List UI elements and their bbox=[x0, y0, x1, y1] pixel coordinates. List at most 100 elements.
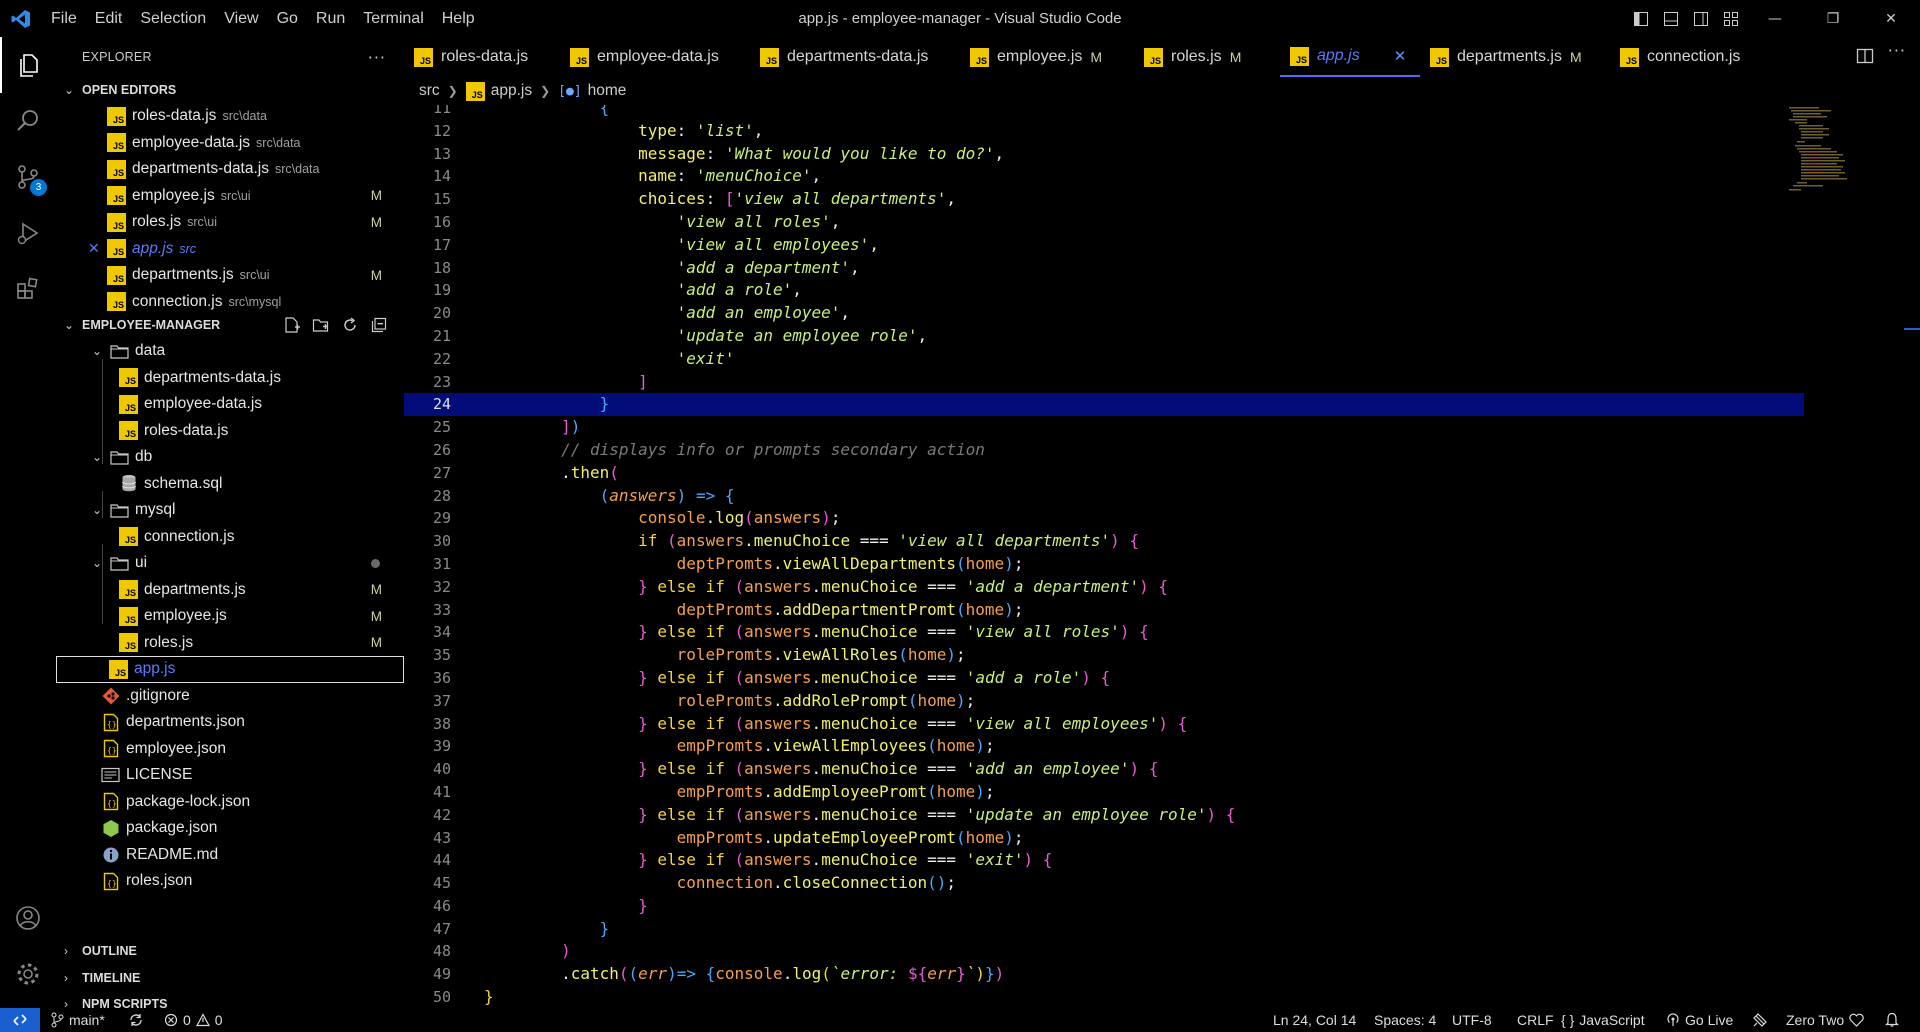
problems-status[interactable]: 0 0 bbox=[164, 1008, 223, 1032]
open-editor-item[interactable]: JS departments-data.js src\data bbox=[56, 156, 404, 183]
menu-go[interactable]: Go bbox=[268, 0, 307, 37]
open-editor-item[interactable]: JS departments.js src\ui M bbox=[56, 262, 404, 289]
file-item[interactable]: JS departments-data.js bbox=[56, 365, 404, 392]
file-name: package-lock.json bbox=[126, 792, 251, 810]
tab-employee-js[interactable]: JS employee.js M bbox=[960, 37, 1134, 77]
explorer-icon[interactable] bbox=[0, 37, 56, 93]
customize-layout-icon[interactable] bbox=[1716, 0, 1746, 37]
code-text: console.log(answers); bbox=[484, 507, 840, 530]
code-editor[interactable]: 11 {12 type: 'list', 13 message: 'What wo… bbox=[404, 105, 1920, 1008]
menu-help[interactable]: Help bbox=[433, 0, 484, 37]
file-item[interactable]: README.md bbox=[56, 842, 404, 869]
file-item[interactable]: {} package-lock.json bbox=[56, 789, 404, 816]
feedback-icon[interactable] bbox=[1752, 1008, 1768, 1032]
tab-departments-js[interactable]: JS departments.js M bbox=[1420, 37, 1610, 77]
file-item[interactable]: JS roles-data.js bbox=[56, 418, 404, 445]
file-item[interactable]: JS departments.js M bbox=[56, 577, 404, 604]
collapse-all-icon[interactable] bbox=[369, 315, 388, 334]
tab-employee-data-js[interactable]: JS employee-data.js bbox=[560, 37, 750, 77]
close-window-button[interactable]: ✕ bbox=[1862, 0, 1920, 37]
cursor-position[interactable]: Ln 24, Col 14 bbox=[1273, 1008, 1356, 1032]
tab-departments-data-js[interactable]: JS departments-data.js bbox=[750, 37, 960, 77]
indentation[interactable]: Spaces: 4 bbox=[1374, 1008, 1436, 1032]
file-item[interactable]: JS employee-data.js bbox=[56, 391, 404, 418]
folder-icon bbox=[110, 556, 129, 571]
project-header[interactable]: ⌄ EMPLOYEE-MANAGER bbox=[56, 312, 404, 338]
file-item[interactable]: {} departments.json bbox=[56, 709, 404, 736]
code-line: 42 } else if (answers.menuChoice === 'up… bbox=[404, 804, 1804, 827]
folder-item[interactable]: ⌄ ui bbox=[56, 550, 404, 577]
code-token: ) bbox=[956, 690, 966, 710]
notifications-bell-icon[interactable] bbox=[1885, 1008, 1899, 1032]
restore-button[interactable]: ❐ bbox=[1804, 0, 1862, 37]
folder-item[interactable]: ⌄ data bbox=[56, 338, 404, 365]
tab-app-js[interactable]: JS app.js ✕ bbox=[1280, 37, 1420, 77]
menu-view[interactable]: View bbox=[215, 0, 267, 37]
open-editor-item[interactable]: JS roles-data.js src\data bbox=[56, 103, 404, 130]
tab-connection-js[interactable]: JS connection.js bbox=[1610, 37, 1750, 77]
run-debug-icon[interactable] bbox=[0, 205, 56, 261]
file-item[interactable]: JS employee.js M bbox=[56, 603, 404, 630]
file-item[interactable]: package.json bbox=[56, 815, 404, 842]
section-timeline[interactable]: › TIMELINE bbox=[56, 965, 404, 991]
folder-item[interactable]: ⌄ db bbox=[56, 444, 404, 471]
open-editor-item[interactable]: JS employee.js src\ui M bbox=[56, 183, 404, 210]
open-editor-item[interactable]: JS employee-data.js src\data bbox=[56, 130, 404, 157]
tab-roles-data-js[interactable]: JS roles-data.js bbox=[404, 37, 560, 77]
file-item[interactable]: .gitignore bbox=[56, 683, 404, 710]
toggle-secondary-sidebar-icon[interactable] bbox=[1686, 0, 1716, 37]
breadcrumb-folder[interactable]: src bbox=[419, 82, 440, 100]
tabs-more-icon[interactable]: ··· bbox=[1888, 41, 1906, 60]
close-icon[interactable]: ✕ bbox=[88, 240, 100, 257]
file-item[interactable]: {} roles.json bbox=[56, 868, 404, 895]
breadcrumb-symbol[interactable]: home bbox=[588, 82, 627, 100]
minimap[interactable] bbox=[1785, 105, 1875, 215]
section-outline[interactable]: › OUTLINE bbox=[56, 938, 404, 964]
open-editors-header[interactable]: ⌄ OPEN EDITORS bbox=[56, 77, 404, 103]
new-file-icon[interactable] bbox=[282, 315, 301, 334]
tab-roles-js[interactable]: JS roles.js M bbox=[1134, 37, 1280, 77]
extensions-icon[interactable] bbox=[0, 261, 56, 317]
end-of-line[interactable]: CRLF bbox=[1517, 1008, 1554, 1032]
git-branch-status[interactable]: main* bbox=[50, 1008, 105, 1032]
file-item[interactable]: JS connection.js bbox=[56, 524, 404, 551]
minimize-button[interactable]: — bbox=[1746, 0, 1804, 37]
open-editor-item[interactable]: ✕ JS app.js src bbox=[56, 236, 404, 263]
manage-gear-icon[interactable] bbox=[0, 946, 56, 1002]
line-number: 22 bbox=[432, 349, 451, 368]
theme-status[interactable]: Zero Two bbox=[1786, 1008, 1864, 1032]
split-editor-icon[interactable] bbox=[1856, 47, 1874, 69]
menu-run[interactable]: Run bbox=[307, 0, 354, 37]
menu-selection[interactable]: Selection bbox=[131, 0, 215, 37]
code-token: } bbox=[638, 895, 648, 915]
menu-file[interactable]: File bbox=[42, 0, 86, 37]
toggle-primary-sidebar-icon[interactable] bbox=[1626, 0, 1656, 37]
new-folder-icon[interactable] bbox=[311, 315, 330, 334]
open-editor-item[interactable]: JS roles.js src\ui M bbox=[56, 209, 404, 236]
file-item[interactable]: schema.sql bbox=[56, 471, 404, 498]
menu-terminal[interactable]: Terminal bbox=[354, 0, 432, 37]
search-icon[interactable] bbox=[0, 93, 56, 149]
folder-item[interactable]: ⌄ mysql bbox=[56, 497, 404, 524]
menu-edit[interactable]: Edit bbox=[86, 0, 132, 37]
toggle-panel-icon[interactable] bbox=[1656, 0, 1686, 37]
remote-indicator-icon[interactable] bbox=[0, 1008, 40, 1032]
file-name: mysql bbox=[135, 501, 176, 519]
code-token: answers bbox=[744, 759, 812, 779]
language-mode[interactable]: { } JavaScript bbox=[1561, 1008, 1645, 1032]
code-token: => bbox=[676, 964, 706, 984]
file-item[interactable]: JS roles.js M bbox=[56, 630, 404, 657]
accounts-icon[interactable] bbox=[0, 890, 56, 946]
encoding[interactable]: UTF-8 bbox=[1452, 1008, 1492, 1032]
source-control-icon[interactable]: 3 bbox=[0, 149, 56, 205]
explorer-more-icon[interactable]: ··· bbox=[368, 48, 386, 67]
breadcrumb-file[interactable]: app.js bbox=[491, 82, 532, 100]
refresh-icon[interactable] bbox=[340, 315, 359, 334]
go-live-button[interactable]: Go Live bbox=[1666, 1008, 1733, 1032]
file-item[interactable]: JS app.js bbox=[56, 656, 404, 683]
file-item[interactable]: {} employee.json bbox=[56, 736, 404, 763]
sync-icon[interactable] bbox=[128, 1008, 144, 1032]
code-token: menuChoice bbox=[821, 759, 918, 779]
close-tab-icon[interactable]: ✕ bbox=[1394, 47, 1407, 65]
file-item[interactable]: LICENSE bbox=[56, 762, 404, 789]
